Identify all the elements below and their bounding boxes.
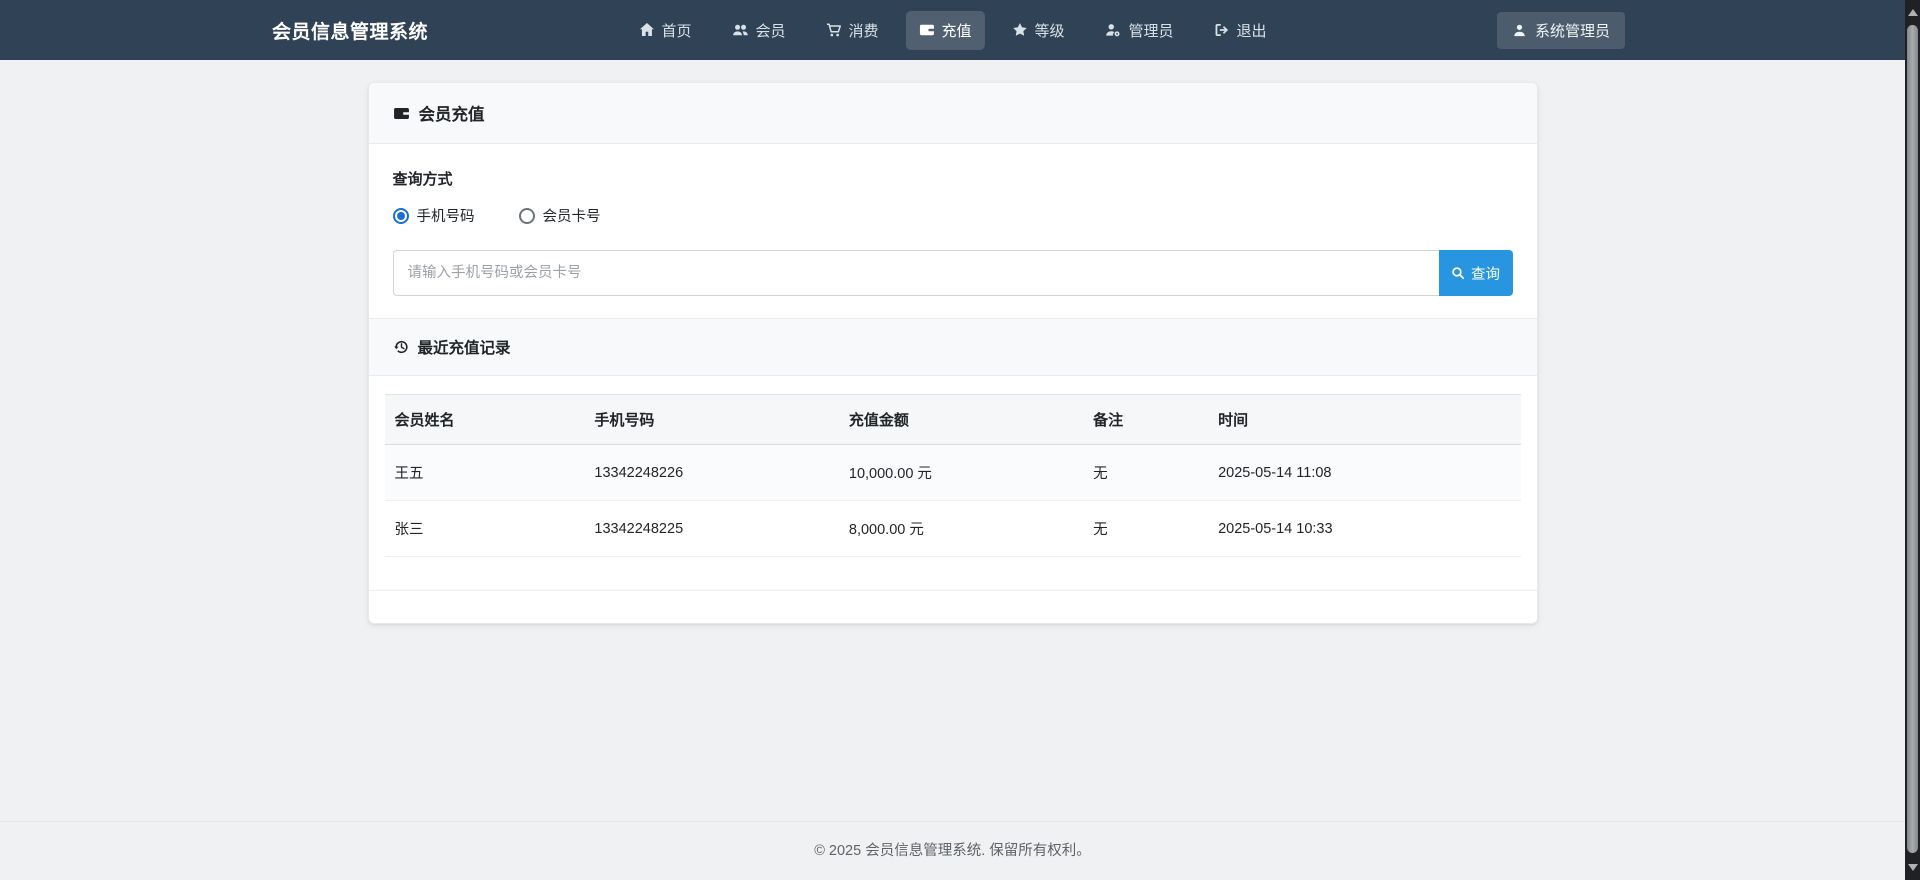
records-header: 最近充值记录 — [368, 318, 1537, 376]
nav-item-admins[interactable]: 管理员 — [1092, 11, 1187, 50]
nav-item-label: 管理员 — [1128, 22, 1174, 40]
nav-item-label: 首页 — [661, 22, 692, 40]
search-button-label: 查询 — [1471, 266, 1500, 283]
user-icon — [1512, 23, 1527, 38]
cell-member-name: 张三 — [384, 500, 585, 557]
browser-scrollbar[interactable] — [1905, 0, 1920, 880]
cart-icon — [825, 22, 841, 38]
query-method-options: 手机号码 会员卡号 — [392, 205, 1513, 226]
nav-item-label: 等级 — [1034, 22, 1065, 40]
card-header: 会员充值 — [368, 83, 1537, 144]
cell-member-name: 王五 — [384, 444, 585, 501]
scroll-down-arrow-icon[interactable] — [1907, 864, 1918, 871]
col-amount: 充值金额 — [838, 394, 1084, 445]
col-time: 时间 — [1208, 394, 1521, 445]
records-header-label: 最近充值记录 — [417, 340, 511, 357]
nav-item-members[interactable]: 会员 — [718, 11, 798, 50]
col-remark: 备注 — [1083, 394, 1209, 445]
search-icon — [1451, 266, 1465, 280]
nav-item-home[interactable]: 首页 — [625, 11, 704, 50]
star-icon — [1012, 22, 1028, 38]
cell-time: 2025-05-14 10:33 — [1208, 500, 1521, 557]
current-user-label: 系统管理员 — [1534, 22, 1610, 40]
cell-amount: 8,000.00 元 — [838, 500, 1084, 557]
nav-item-label: 消费 — [848, 22, 879, 40]
app-title: 会员信息管理系统 — [272, 21, 429, 43]
main-content: 会员充值 查询方式 手机号码 会员卡号 请输入手机号码或会员卡号 查询 最近充值… — [367, 82, 1538, 624]
cell-phone: 13342248226 — [584, 444, 839, 501]
records-table: 会员姓名 手机号码 充值金额 备注 时间 王五 13342248226 10,0… — [384, 394, 1521, 557]
recharge-card: 会员充值 查询方式 手机号码 会员卡号 请输入手机号码或会员卡号 查询 最近充值… — [367, 82, 1538, 624]
cell-remark: 无 — [1083, 444, 1209, 501]
nav-item-label: 退出 — [1236, 22, 1267, 40]
records-table-section: 会员姓名 手机号码 充值金额 备注 时间 王五 13342248226 10,0… — [369, 376, 1537, 590]
logout-icon — [1214, 22, 1230, 38]
page-footer: © 2025 会员信息管理系统. 保留所有权利。 — [0, 821, 1905, 880]
main-nav: 首页 会员 消费 充值 等级 管理员 退出 — [625, 10, 1280, 50]
col-phone: 手机号码 — [584, 394, 839, 445]
page-viewport: 会员信息管理系统 首页 会员 消费 充值 等级 管理员 退出 系统管理员 会员充… — [0, 0, 1905, 880]
query-method-label: 查询方式 — [392, 171, 453, 188]
wallet-icon — [393, 105, 410, 122]
radio-phone[interactable] — [392, 207, 409, 224]
scrollbar-thumb[interactable] — [1907, 25, 1918, 853]
copyright-text: © 2025 会员信息管理系统. 保留所有权利。 — [814, 843, 1091, 859]
history-icon — [393, 339, 409, 355]
radio-phone-label: 手机号码 — [416, 209, 475, 225]
users-icon — [731, 22, 748, 38]
nav-item-label: 充值 — [941, 22, 972, 40]
table-header-row: 会员姓名 手机号码 充值金额 备注 时间 — [384, 394, 1521, 445]
wallet-icon — [918, 22, 934, 38]
top-navbar: 会员信息管理系统 首页 会员 消费 充值 等级 管理员 退出 系统管理员 — [0, 0, 1905, 60]
scroll-up-arrow-icon[interactable] — [1907, 9, 1918, 16]
table-row: 张三 13342248225 8,000.00 元 无 2025-05-14 1… — [384, 500, 1521, 557]
search-input-group: 查询 — [392, 250, 1513, 296]
col-member-name: 会员姓名 — [384, 394, 585, 445]
cell-time: 2025-05-14 11:08 — [1208, 444, 1521, 501]
search-input[interactable] — [392, 250, 1439, 296]
cell-amount: 10,000.00 元 — [838, 444, 1084, 501]
search-section: 查询方式 手机号码 会员卡号 请输入手机号码或会员卡号 查询 — [369, 144, 1537, 318]
nav-item-level[interactable]: 等级 — [999, 11, 1078, 50]
current-user-button[interactable]: 系统管理员 — [1496, 11, 1625, 49]
table-row: 王五 13342248226 10,000.00 元 无 2025-05-14 … — [384, 444, 1521, 501]
radio-option-phone[interactable]: 手机号码 — [392, 205, 475, 226]
nav-item-recharge[interactable]: 充值 — [905, 10, 985, 50]
card-footer — [368, 590, 1537, 623]
nav-item-logout[interactable]: 退出 — [1201, 11, 1280, 50]
nav-item-label: 会员 — [755, 22, 786, 40]
admin-user-icon — [1105, 22, 1122, 38]
card-title: 会员充值 — [418, 106, 485, 124]
cell-remark: 无 — [1083, 500, 1209, 557]
radio-card-label: 会员卡号 — [542, 209, 601, 225]
cell-phone: 13342248225 — [584, 500, 839, 557]
home-icon — [638, 22, 654, 38]
radio-card[interactable] — [518, 207, 535, 224]
radio-option-card[interactable]: 会员卡号 — [518, 205, 601, 226]
search-button[interactable]: 查询 — [1438, 250, 1513, 296]
nav-item-consumption[interactable]: 消费 — [812, 11, 891, 50]
